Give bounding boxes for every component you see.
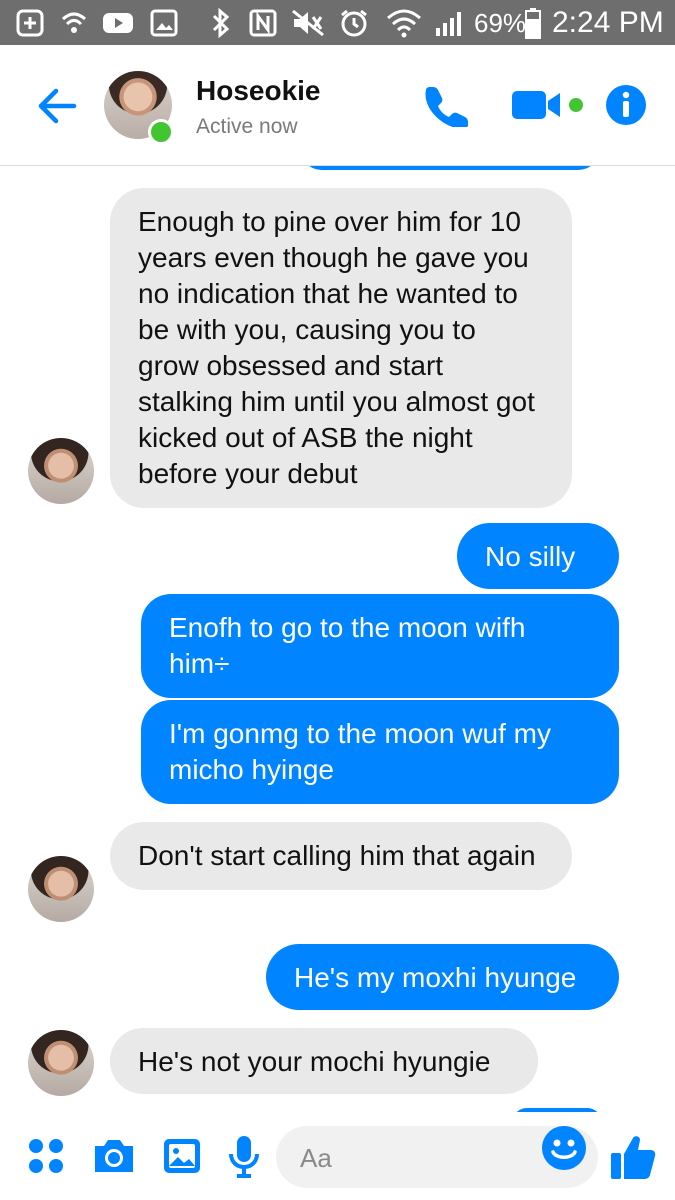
message-bubble-partial xyxy=(300,166,600,170)
message-bubble-outgoing[interactable]: He's my moxhi hyunge xyxy=(266,944,619,1010)
bluetooth-icon xyxy=(206,0,236,45)
status-time: 2:24 PM xyxy=(552,6,664,39)
message-list[interactable]: Enough to pine over him for 10 years eve… xyxy=(0,166,675,1112)
phone-icon xyxy=(425,87,468,127)
emoji-icon xyxy=(542,1126,586,1170)
contact-name[interactable]: Hoseokie xyxy=(196,75,321,107)
signal-icon xyxy=(432,0,468,45)
mute-icon xyxy=(288,0,328,45)
nfc-icon xyxy=(246,0,280,45)
message-input[interactable] xyxy=(298,1126,532,1190)
message-bubble-incoming[interactable]: Don't start calling him that again xyxy=(110,822,572,890)
battery-icon xyxy=(522,0,544,45)
battery-percent: 69% xyxy=(474,8,527,38)
more-dots-icon xyxy=(29,1139,63,1173)
microphone-icon xyxy=(229,1136,259,1178)
more-button[interactable] xyxy=(20,1130,72,1182)
message-bubble-incoming[interactable]: Enough to pine over him for 10 years eve… xyxy=(110,188,572,508)
message-bubble-outgoing[interactable]: Enofh to go to the moon wifh him÷ xyxy=(141,594,619,698)
video-call-button[interactable] xyxy=(508,75,588,135)
camera-button[interactable] xyxy=(88,1130,140,1182)
wifi-icon xyxy=(384,0,424,45)
info-button[interactable] xyxy=(598,75,654,135)
gallery-button[interactable] xyxy=(156,1130,208,1182)
wifi-call-icon xyxy=(56,0,92,45)
message-bubble-outgoing[interactable]: I'm gonmg to the moon wuf my micho hying… xyxy=(141,700,619,804)
contact-status: Active now xyxy=(196,115,298,138)
emoji-button[interactable] xyxy=(540,1124,588,1172)
alarm-icon xyxy=(336,0,372,45)
voice-clip-button[interactable] xyxy=(218,1130,270,1182)
info-icon xyxy=(606,85,646,125)
message-bubble-incoming[interactable]: He's not your mochi hyungie xyxy=(110,1028,538,1094)
image-icon xyxy=(146,0,182,45)
sender-avatar xyxy=(28,1030,94,1096)
back-button[interactable] xyxy=(32,81,82,131)
gallery-icon xyxy=(164,1139,200,1173)
back-arrow-icon xyxy=(38,88,77,124)
video-camera-icon xyxy=(512,91,583,119)
status-bar: 69% 2:24 PM xyxy=(0,0,675,45)
add-box-icon xyxy=(12,0,48,45)
like-button[interactable] xyxy=(600,1126,666,1188)
sender-avatar xyxy=(28,856,94,922)
voice-call-button[interactable] xyxy=(416,75,476,135)
camera-icon xyxy=(95,1140,133,1172)
youtube-icon xyxy=(100,0,136,45)
sender-avatar xyxy=(28,438,94,504)
online-indicator xyxy=(148,119,174,145)
thumbs-up-icon xyxy=(611,1136,656,1179)
conversation-header: Hoseokie Active now xyxy=(0,45,675,166)
message-bubble-outgoing[interactable]: No silly xyxy=(457,523,619,589)
